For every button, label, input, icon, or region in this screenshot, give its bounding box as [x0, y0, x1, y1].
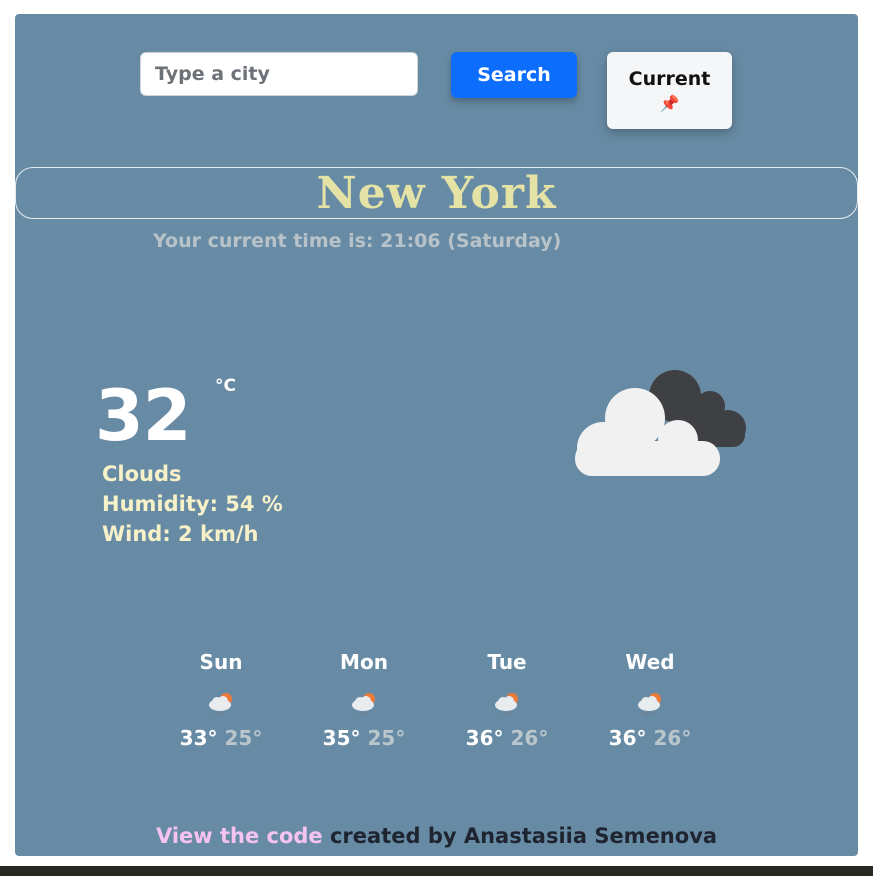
forecast-temps: 36° 26° [595, 726, 705, 750]
view-code-link[interactable]: View the code [156, 824, 323, 848]
forecast-max: 35° [322, 726, 361, 750]
city-search-input[interactable] [140, 52, 418, 96]
city-header: New York [15, 167, 858, 219]
forecast-max: 36° [608, 726, 647, 750]
forecast-day: Mon 35° 25° [309, 650, 419, 750]
rain-sun-icon [495, 693, 518, 717]
forecast-day: Tue 36° 26° [452, 650, 562, 750]
rain-sun-icon [638, 693, 661, 717]
pushpin-icon: 📌 [659, 94, 680, 113]
window-bottom-edge [0, 866, 873, 876]
forecast-day-name: Tue [487, 650, 527, 674]
weather-description: Clouds [102, 462, 182, 486]
wind: Wind: 2 km/h [102, 522, 259, 546]
weather-app: Search Current 📌 New York Your current t… [15, 14, 858, 856]
forecast-min: 25° [224, 726, 263, 750]
search-button[interactable]: Search [451, 52, 577, 98]
temperature-unit: °C [215, 376, 236, 396]
humidity: Humidity: 54 % [102, 492, 283, 516]
forecast-day-name: Sun [199, 650, 243, 674]
current-time: Your current time is: 21:06 (Saturday) [153, 230, 562, 252]
current-temperature: 32 [95, 375, 191, 457]
footer-credit: created by Anastasiia Semenova [322, 824, 718, 848]
forecast-day: Sun 33° 25° [166, 650, 276, 750]
forecast-day: Wed 36° 26° [595, 650, 705, 750]
forecast-min: 26° [653, 726, 692, 750]
current-button-label: Current [628, 68, 711, 90]
forecast-temps: 36° 26° [452, 726, 562, 750]
footer: View the code created by Anastasiia Seme… [15, 824, 858, 848]
forecast-temps: 33° 25° [166, 726, 276, 750]
forecast-day-name: Wed [625, 650, 675, 674]
rain-sun-icon [209, 693, 232, 717]
city-name: New York [316, 167, 557, 219]
weather-details: Clouds Humidity: 54 % Wind: 2 km/h [102, 459, 283, 549]
rain-sun-icon [352, 693, 375, 717]
forecast-day-name: Mon [340, 650, 388, 674]
clouds-icon [575, 370, 746, 476]
current-location-button[interactable]: Current 📌 [607, 52, 732, 129]
forecast-min: 26° [510, 726, 549, 750]
forecast-temps: 35° 25° [309, 726, 419, 750]
forecast-max: 36° [465, 726, 504, 750]
forecast-min: 25° [367, 726, 406, 750]
forecast-max: 33° [179, 726, 218, 750]
